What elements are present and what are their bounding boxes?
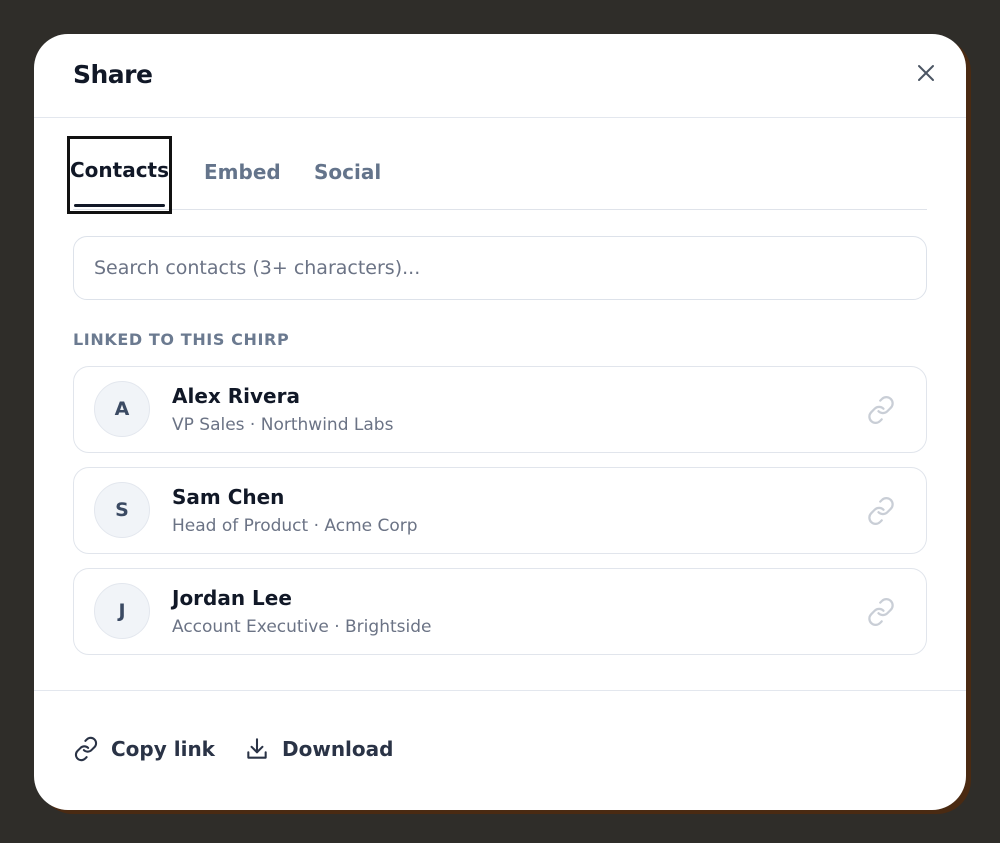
contact-link-button[interactable] bbox=[866, 597, 896, 627]
search-box bbox=[73, 236, 927, 300]
contact-item[interactable]: S Sam Chen Head of Product · Acme Corp bbox=[73, 467, 927, 554]
tab-contacts[interactable]: Contacts bbox=[67, 136, 172, 214]
dialog-header: Share bbox=[34, 34, 966, 118]
contact-link-button[interactable] bbox=[866, 395, 896, 425]
contact-list: A Alex Rivera VP Sales · Northwind Labs … bbox=[73, 366, 927, 669]
copy-link-label: Copy link bbox=[111, 737, 215, 761]
link-icon bbox=[868, 497, 894, 525]
link-icon bbox=[868, 598, 894, 626]
download-label: Download bbox=[282, 737, 394, 761]
contact-subtitle: VP Sales · Northwind Labs bbox=[172, 415, 394, 435]
tab-bar: Contacts Embed Social bbox=[67, 136, 927, 214]
search-input[interactable] bbox=[74, 237, 926, 299]
close-icon bbox=[918, 65, 934, 81]
link-icon bbox=[73, 736, 99, 762]
copy-link-button[interactable]: Copy link bbox=[73, 736, 215, 762]
contact-name: Sam Chen bbox=[172, 485, 285, 509]
dialog-footer: Copy link Download bbox=[34, 690, 966, 810]
avatar: J bbox=[94, 583, 150, 639]
download-icon bbox=[244, 736, 270, 762]
share-dialog: Share Contacts Embed Social LINKED TO TH… bbox=[34, 34, 966, 810]
download-button[interactable]: Download bbox=[244, 736, 393, 762]
dialog-title: Share bbox=[73, 60, 153, 89]
contact-item[interactable]: A Alex Rivera VP Sales · Northwind Labs bbox=[73, 366, 927, 453]
close-button[interactable] bbox=[914, 61, 938, 85]
contact-link-button[interactable] bbox=[866, 496, 896, 526]
tab-social[interactable]: Social bbox=[314, 137, 381, 207]
avatar: S bbox=[94, 482, 150, 538]
contact-subtitle: Account Executive · Brightside bbox=[172, 617, 432, 637]
tab-embed[interactable]: Embed bbox=[204, 137, 281, 207]
contact-subtitle: Head of Product · Acme Corp bbox=[172, 516, 418, 536]
contact-name: Jordan Lee bbox=[172, 586, 292, 610]
active-tab-indicator bbox=[74, 204, 165, 207]
contact-item[interactable]: J Jordan Lee Account Executive · Brights… bbox=[73, 568, 927, 655]
link-icon bbox=[868, 396, 894, 424]
contact-name: Alex Rivera bbox=[172, 384, 300, 408]
section-label: LINKED TO THIS CHIRP bbox=[73, 330, 290, 349]
tab-contacts-label: Contacts bbox=[69, 158, 170, 182]
avatar: A bbox=[94, 381, 150, 437]
